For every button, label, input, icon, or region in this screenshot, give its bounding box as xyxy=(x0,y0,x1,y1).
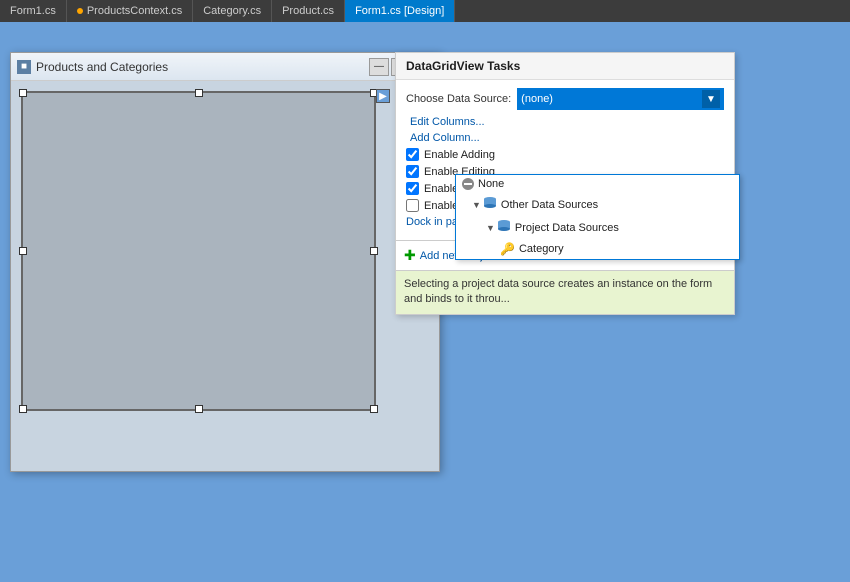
dropdown-item-project-sources[interactable]: ▼ Project Data Sources xyxy=(456,216,739,239)
dropdown-item-other-sources-label: Other Data Sources xyxy=(501,199,598,211)
add-column-link[interactable]: Add Column... xyxy=(410,132,720,144)
enable-editing-checkbox[interactable] xyxy=(406,165,419,178)
resize-handle-topleft[interactable] xyxy=(19,89,27,97)
tab-productscontext-label: ProductsContext.cs xyxy=(87,5,182,17)
form-body: ▶ xyxy=(11,81,439,471)
task-links: Edit Columns... Add Column... xyxy=(406,116,724,144)
data-source-dropdown[interactable]: (none) ▼ xyxy=(517,88,724,110)
dropdown-item-category[interactable]: 🔑 Category xyxy=(456,239,739,259)
footer-description: Selecting a project data source creates … xyxy=(396,271,734,314)
design-area: ■ Products and Categories — □ ✕ xyxy=(0,22,850,582)
db-icon-other xyxy=(483,196,497,213)
edit-columns-link[interactable]: Edit Columns... xyxy=(410,116,720,128)
dropdown-item-project-sources-label: Project Data Sources xyxy=(515,222,619,234)
modified-indicator xyxy=(77,8,83,14)
tab-bar: Form1.cs ProductsContext.cs Category.cs … xyxy=(0,0,850,22)
minimize-button[interactable]: — xyxy=(369,58,389,76)
dropdown-item-category-label: Category xyxy=(519,243,564,255)
resize-handle-bottomleft[interactable] xyxy=(19,405,27,413)
data-source-label: Choose Data Source: xyxy=(406,93,511,105)
tab-productscontext[interactable]: ProductsContext.cs xyxy=(67,0,193,22)
form-title-bar: ■ Products and Categories — □ ✕ xyxy=(11,53,439,81)
resize-handle-topcenter[interactable] xyxy=(195,89,203,97)
dropdown-item-none[interactable]: None xyxy=(456,175,739,193)
db-icon-project xyxy=(497,219,511,236)
expand-arrow-project-icon: ▼ xyxy=(486,223,495,233)
dropdown-item-none-label: None xyxy=(478,178,504,190)
enable-adding-row: Enable Adding xyxy=(406,148,724,161)
resize-handle-middleright[interactable] xyxy=(370,247,378,255)
task-arrow-handle[interactable]: ▶ xyxy=(376,89,390,103)
tab-categorycs-label: Category.cs xyxy=(203,5,261,17)
enable-adding-label: Enable Adding xyxy=(424,149,495,161)
add-source-icon: ✚ xyxy=(404,247,416,264)
resize-handle-middleleft[interactable] xyxy=(19,247,27,255)
form-title-text: Products and Categories xyxy=(36,60,369,74)
none-icon xyxy=(462,178,474,190)
resize-handle-bottomcenter[interactable] xyxy=(195,405,203,413)
tab-form1design[interactable]: Form1.cs [Design] xyxy=(345,0,455,22)
data-source-row: Choose Data Source: (none) ▼ xyxy=(406,88,724,110)
enable-adding-checkbox[interactable] xyxy=(406,148,419,161)
tab-form1design-label: Form1.cs [Design] xyxy=(355,5,444,17)
tab-form1cs-label: Form1.cs xyxy=(10,5,56,17)
tab-categorycs[interactable]: Category.cs xyxy=(193,0,272,22)
tab-form1cs[interactable]: Form1.cs xyxy=(0,0,67,22)
dropdown-list: None ▼ Other Data Sources ▼ xyxy=(455,174,740,260)
enable-reordering-checkbox[interactable] xyxy=(406,199,419,212)
form-icon-symbol: ■ xyxy=(21,61,27,72)
tab-productcs-label: Product.cs xyxy=(282,5,334,17)
expand-arrow-icon: ▼ xyxy=(472,200,481,210)
key-icon: 🔑 xyxy=(500,242,515,256)
form-icon: ■ xyxy=(17,60,31,74)
form-window: ■ Products and Categories — □ ✕ xyxy=(10,52,440,472)
dropdown-item-other-sources[interactable]: ▼ Other Data Sources xyxy=(456,193,739,216)
tab-productcs[interactable]: Product.cs xyxy=(272,0,345,22)
resize-handle-bottomright[interactable] xyxy=(370,405,378,413)
tasks-panel-header: DataGridView Tasks xyxy=(396,53,734,80)
datagrid-view[interactable]: ▶ xyxy=(21,91,376,411)
enable-deleting-checkbox[interactable] xyxy=(406,182,419,195)
data-source-value: (none) xyxy=(521,93,702,105)
dropdown-arrow-icon[interactable]: ▼ xyxy=(702,90,720,108)
